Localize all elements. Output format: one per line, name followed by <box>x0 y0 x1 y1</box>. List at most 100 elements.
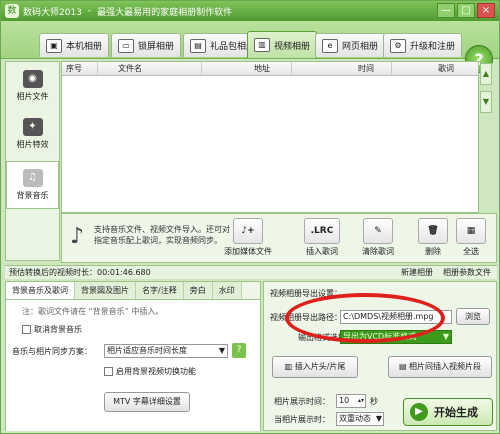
column-header[interactable]: 时间 <box>292 62 392 75</box>
tab-watermark[interactable]: 水印 <box>212 282 242 299</box>
tab-music-lyrics[interactable]: 背景音乐及歌词 <box>6 282 75 299</box>
column-header[interactable]: 歌词 <box>392 62 478 75</box>
sidebar-item-background-music[interactable]: ♫ 背景音乐 <box>6 161 59 209</box>
monitor-icon: ▭ <box>118 38 134 53</box>
app-tagline: 最强大最易用的家庭相册制作软件 <box>97 7 233 18</box>
sync-label: 音乐与相片同步方案： <box>12 347 92 356</box>
insert-video-between-photos-button[interactable]: ▤ 相片间插入视频片段 <box>388 356 492 378</box>
cancel-bg-music-checkbox[interactable]: 取消背景音乐 <box>22 324 82 335</box>
tab-background-images[interactable]: 背景図及图片 <box>75 282 136 299</box>
title-bar: 数 数码大师2013 - 最强大最易用的家庭相册制作软件 — □ × <box>1 1 499 21</box>
select-all-button[interactable]: ▦ 全选 <box>456 218 486 260</box>
button-label: 全选 <box>463 247 479 256</box>
minimize-button[interactable]: — <box>437 3 455 18</box>
button-label: 添加媒体文件 <box>224 247 272 256</box>
film-icon: ▥ <box>254 38 270 52</box>
chevron-down-icon: ▼ <box>375 414 382 423</box>
camera-icon: ◉ <box>22 70 43 88</box>
sidebar-item-label: 相片特效 <box>16 140 49 149</box>
local-album-icon: ▣ <box>46 38 62 53</box>
insert-lyrics-button[interactable]: .LRC 插入歌词 <box>304 218 340 260</box>
music-settings: 注：歌词文件请在 “背景音乐” 中插入。 取消背景音乐 音乐与相片同步方案： 相… <box>6 300 260 431</box>
new-album-link[interactable]: 新建相册 <box>401 267 433 278</box>
tab-names-notes[interactable]: 名字/注释 <box>136 282 184 299</box>
title-separator: - <box>87 6 92 16</box>
button-label: 清除歌词 <box>362 247 394 256</box>
app-title: 数码大师2013 <box>23 7 82 18</box>
video-clip-icon: ▤ <box>398 362 410 371</box>
eraser-icon: ✎ <box>363 218 393 244</box>
button-label: 开始生成 <box>434 406 478 419</box>
tab-label: 锁屏相册 <box>138 42 175 52</box>
column-header[interactable]: 序号 <box>62 62 98 75</box>
effects-icon: ✦ <box>22 118 43 136</box>
add-media-button[interactable]: ♪+ 添加媒体文件 <box>224 218 272 260</box>
tab-label: 本机相册 <box>66 42 103 52</box>
toolbar-tip: 支持音乐文件、视频文件导入。还可对指定音乐配上歌词，实现音频同步。 <box>94 225 230 245</box>
checkbox-box[interactable] <box>22 325 31 334</box>
sidebar: ◉ 相片文件 ✦ 相片特效 ♫ 背景音乐 <box>5 61 60 261</box>
button-label: 删除 <box>425 247 441 256</box>
sidebar-item-photo-files[interactable]: ◉ 相片文件 <box>6 62 59 110</box>
select-all-icon: ▦ <box>456 218 486 244</box>
music-note-icon: ♫ <box>22 169 43 187</box>
album-params-link[interactable]: 相册参数文件 <box>443 267 491 278</box>
seconds-unit: 秒 <box>370 397 378 406</box>
gift-icon: ▤ <box>190 38 206 53</box>
input-value: 10 <box>339 396 350 405</box>
main-tabs: ▣ 本机相册 ▭ 锁屏相册 ▤ 礼品包相册 ▥ 视频相册 e 网页相册 ⚙ 升级… <box>1 21 499 73</box>
ie-icon: e <box>322 38 338 53</box>
tab-video-album[interactable]: ▥ 视频相册 <box>247 31 318 58</box>
sidebar-item-photo-effects[interactable]: ✦ 相片特效 <box>6 110 59 158</box>
status-bar: 预估转换后的视频时长：00:01:46.680 新建相册 相册参数文件 <box>5 265 497 279</box>
media-list[interactable]: 序号 文件名 地址 时间 歌词 <box>61 61 479 213</box>
sidebar-item-label: 相片文件 <box>16 92 49 101</box>
add-music-icon: ♪+ <box>233 218 263 244</box>
chevron-down-icon: ▼ <box>442 332 449 341</box>
tab-local-album[interactable]: ▣ 本机相册 <box>39 33 110 57</box>
button-label: 插入片头/片尾 <box>294 362 346 371</box>
column-header[interactable]: 文件名 <box>98 62 202 75</box>
select-value: 相片适应音乐时间长度 <box>107 346 187 355</box>
current-display-label: 当相片展示时： <box>274 415 330 424</box>
photo-time-input[interactable]: 10 ▴▾ <box>336 394 366 408</box>
clear-lyrics-button[interactable]: ✎ 清除歌词 <box>362 218 394 260</box>
mtv-subtitle-settings-button[interactable]: MTV 字幕详细设置 <box>104 392 190 412</box>
help-icon[interactable]: ? <box>232 343 246 358</box>
checkbox-label: 启用背景视频切换功能 <box>116 367 196 376</box>
checkbox-label: 取消背景音乐 <box>34 325 82 334</box>
tab-web-album[interactable]: e 网页相册 <box>315 33 386 57</box>
button-label: 插入歌词 <box>306 247 338 256</box>
list-header: 序号 文件名 地址 时间 歌词 <box>62 62 478 76</box>
window-controls: — □ × <box>437 3 495 18</box>
move-up-button[interactable]: ▲ <box>480 63 492 85</box>
checkbox-box[interactable] <box>104 367 113 376</box>
app-logo-icon: 数 <box>5 4 19 18</box>
insert-intro-outro-button[interactable]: ▥ 插入片头/片尾 <box>272 356 358 378</box>
display-mode-select[interactable]: 双重动态 ▼ <box>336 412 384 426</box>
spinner-icon[interactable]: ▴▾ <box>358 395 364 407</box>
select-value: 双重动态 <box>339 414 371 423</box>
sync-scheme-select[interactable]: 相片适应音乐时间长度 ▼ <box>104 344 228 358</box>
photo-time-label: 相片展示时间： <box>274 397 330 406</box>
play-icon: ▶ <box>410 403 428 421</box>
close-button[interactable]: × <box>477 3 495 18</box>
lyrics-hint: 注：歌词文件请在 “背景音乐” 中插入。 <box>22 307 164 316</box>
tab-label: 升级和注册 <box>410 42 456 52</box>
tab-lockscreen-album[interactable]: ▭ 锁屏相册 <box>111 33 182 57</box>
tab-label: 网页相册 <box>342 42 379 52</box>
button-label: 相片间插入视频片段 <box>409 362 482 371</box>
lrc-icon: .LRC <box>304 218 340 244</box>
tab-upgrade-register[interactable]: ⚙ 升级和注册 <box>383 33 463 57</box>
column-header[interactable]: 地址 <box>202 62 292 75</box>
app-window: 数 数码大师2013 - 最强大最易用的家庭相册制作软件 — □ × ▣ 本机相… <box>0 0 500 434</box>
move-down-button[interactable]: ▼ <box>480 91 492 113</box>
tab-narration[interactable]: 旁白 <box>183 282 213 299</box>
start-generate-button[interactable]: ▶ 开始生成 <box>403 398 493 426</box>
delete-button[interactable]: 🗑 删除 <box>418 218 448 260</box>
sidebar-item-label: 背景音乐 <box>16 191 49 200</box>
enable-bg-video-checkbox[interactable]: 启用背景视频切换功能 <box>104 366 196 377</box>
chevron-down-icon: ▼ <box>218 346 225 355</box>
maximize-button[interactable]: □ <box>457 3 475 18</box>
browse-button[interactable]: 浏览 <box>456 308 490 325</box>
